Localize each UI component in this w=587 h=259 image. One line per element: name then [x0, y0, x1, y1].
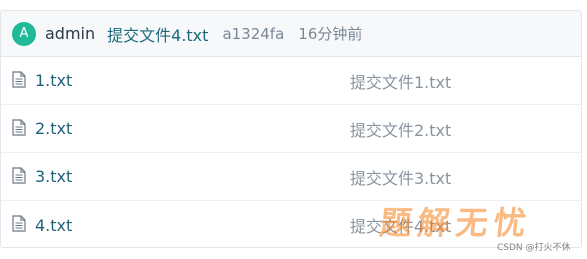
- file-text-icon: [12, 167, 26, 184]
- file-name-link[interactable]: 4.txt: [35, 216, 72, 235]
- file-row[interactable]: 3.txt 提交文件3.txt: [1, 153, 581, 201]
- commit-time: 16分钟前: [298, 25, 363, 43]
- file-name-link[interactable]: 2.txt: [35, 119, 72, 138]
- file-commit-message[interactable]: 提交文件3.txt: [350, 165, 451, 189]
- commit-author[interactable]: admin: [45, 24, 95, 43]
- commit-message[interactable]: 提交文件4.txt: [107, 22, 208, 46]
- latest-commit-bar: A admin 提交文件4.txt a1324fa 16分钟前: [1, 11, 581, 57]
- file-name-link[interactable]: 3.txt: [35, 167, 72, 186]
- file-commit-message[interactable]: 提交文件1.txt: [350, 69, 451, 93]
- file-text-icon: [12, 119, 26, 136]
- commit-sha[interactable]: a1324fa: [222, 25, 284, 43]
- file-name-link[interactable]: 1.txt: [35, 71, 72, 90]
- avatar[interactable]: A: [12, 21, 36, 46]
- watermark-credit: CSDN @打火不休: [497, 243, 571, 253]
- file-row[interactable]: 2.txt 提交文件2.txt: [1, 105, 581, 153]
- watermark-logo: 题解无忧: [377, 204, 534, 242]
- file-row[interactable]: 1.txt 提交文件1.txt: [1, 57, 581, 105]
- file-text-icon: [12, 215, 26, 232]
- file-commit-message[interactable]: 提交文件2.txt: [350, 117, 451, 141]
- file-text-icon: [12, 71, 26, 88]
